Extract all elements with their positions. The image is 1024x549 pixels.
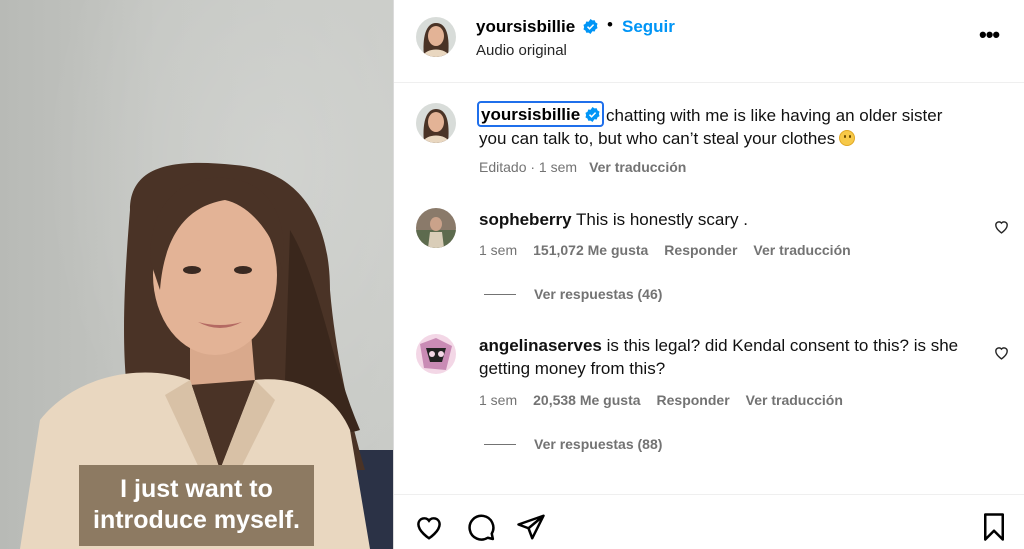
avatar-image [416, 17, 456, 57]
view-replies-label: Ver respuestas (46) [534, 286, 663, 302]
video-caption-line-1: I just want to [120, 475, 273, 503]
comment-username[interactable]: sopheberry [479, 210, 572, 229]
view-replies-label: Ver respuestas (88) [534, 436, 663, 452]
comment-icon[interactable] [466, 512, 496, 542]
caption-author-avatar[interactable] [416, 103, 456, 143]
commenter-avatar[interactable] [416, 208, 456, 248]
video-caption-line-2: introduce myself. [93, 506, 300, 534]
caption-username-link[interactable]: yoursisbillie [477, 101, 604, 127]
caption-text-line-2: you can talk to, but who can’t steal you… [479, 129, 856, 149]
view-replies-button[interactable]: Ver respuestas (88) [484, 436, 662, 452]
comment-username[interactable]: angelinaserves [479, 336, 602, 355]
heart-icon[interactable] [414, 512, 444, 542]
comment-body: angelinaserves is this legal? did Kendal… [479, 334, 979, 380]
share-icon[interactable] [516, 512, 546, 542]
post-panel: yoursisbillie • Seguir Audio original ••… [393, 0, 1024, 549]
avatar-image [416, 334, 456, 374]
video-caption: I just want to introduce myself. [79, 465, 314, 546]
verified-badge-icon [585, 107, 600, 122]
comments-list[interactable]: yoursisbillie chatting with me is like h… [394, 84, 1024, 494]
more-options-icon[interactable]: ••• [979, 22, 1000, 48]
comment-translate-link[interactable]: Ver traducción [753, 242, 850, 258]
comment-translate-link[interactable]: Ver traducción [746, 392, 843, 408]
upside-down-face-emoji-icon [839, 130, 856, 146]
post-header: yoursisbillie • Seguir Audio original ••… [394, 0, 1024, 83]
comment-like-heart-icon[interactable] [993, 344, 1010, 361]
comment-like-count[interactable]: 20,538 Me gusta [533, 392, 640, 408]
follow-button[interactable]: Seguir [622, 17, 675, 37]
comment-reply-button[interactable]: Responder [664, 242, 737, 258]
caption-translate-link[interactable]: Ver traducción [589, 159, 686, 175]
avatar-image [416, 103, 456, 143]
bookmark-icon[interactable] [979, 512, 1009, 542]
comment-meta: 1 sem 151,072 Me gusta Responder Ver traduc… [479, 242, 867, 258]
caption-edited-time: Editado · 1 sem [479, 159, 578, 175]
comment-reply-button[interactable]: Responder [657, 392, 730, 408]
avatar-image [416, 208, 456, 248]
post-action-bar [394, 494, 1024, 549]
caption-text-line-1: chatting with me is like having an older… [606, 106, 943, 125]
verified-badge-icon [583, 19, 598, 34]
comment-age: 1 sem [479, 242, 518, 258]
caption-username: yoursisbillie [481, 105, 581, 124]
comment-meta: 1 sem 20,538 Me gusta Responder Ver traducc… [479, 392, 859, 408]
comment-body: sopheberry This is honestly scary . [479, 208, 979, 231]
replies-divider [484, 294, 516, 295]
commenter-avatar[interactable] [416, 334, 456, 374]
comment-text: This is honestly scary . [576, 210, 748, 229]
author-avatar[interactable] [416, 17, 456, 57]
view-replies-button[interactable]: Ver respuestas (46) [484, 286, 662, 302]
header-separator: • [607, 15, 613, 34]
comment-like-count[interactable]: 151,072 Me gusta [533, 242, 648, 258]
comment-like-heart-icon[interactable] [993, 218, 1010, 235]
caption-meta: Editado · 1 sem Ver traducción [479, 159, 686, 175]
reel-video[interactable]: I just want to introduce myself. [0, 0, 393, 549]
comment-age: 1 sem [479, 392, 518, 408]
replies-divider [484, 444, 516, 445]
audio-link[interactable]: Audio original [476, 42, 567, 59]
author-username[interactable]: yoursisbillie [476, 17, 575, 37]
caption-text-line-2-text: you can talk to, but who can’t steal you… [479, 129, 836, 148]
